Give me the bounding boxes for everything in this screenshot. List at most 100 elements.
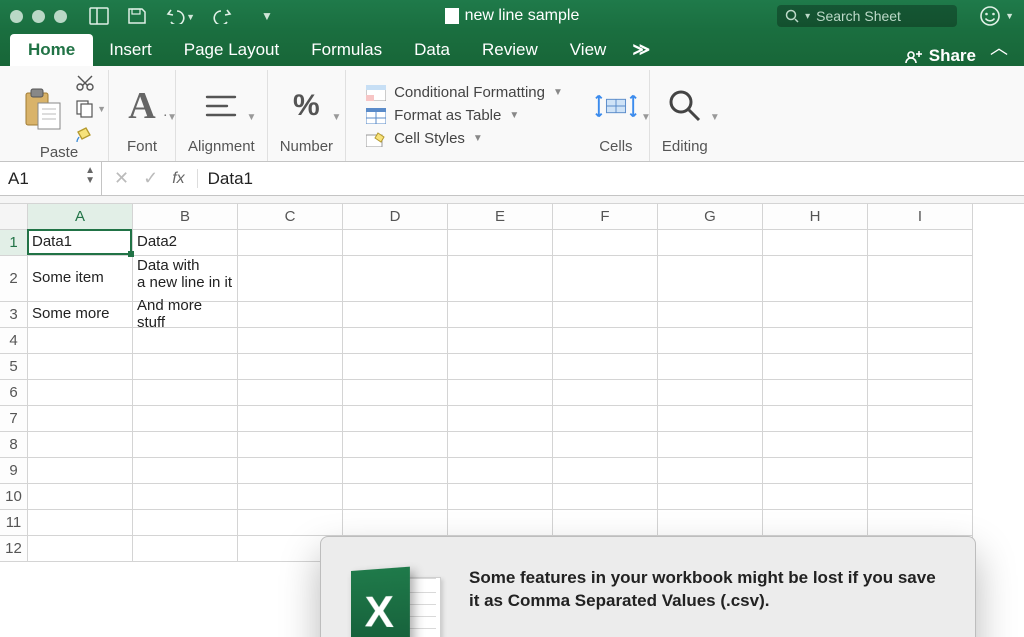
tabs-overflow-button[interactable]: ≫	[622, 34, 660, 66]
cell[interactable]	[868, 328, 973, 354]
cell-styles-button[interactable]: Cell Styles▼	[366, 130, 563, 147]
column-header[interactable]: A	[28, 204, 133, 230]
cell[interactable]	[868, 354, 973, 380]
cell[interactable]	[763, 484, 868, 510]
cell[interactable]	[28, 406, 133, 432]
cell[interactable]	[553, 432, 658, 458]
number-format-button[interactable]: % ▼	[285, 85, 327, 127]
cell[interactable]: Data with a new line in it	[133, 256, 238, 302]
column-header[interactable]: H	[763, 204, 868, 230]
cell[interactable]	[133, 354, 238, 380]
cell[interactable]	[238, 328, 343, 354]
cell[interactable]: And more stuff	[133, 302, 238, 328]
cell[interactable]	[28, 458, 133, 484]
cell[interactable]	[868, 380, 973, 406]
redo-icon[interactable]	[213, 6, 233, 26]
cell[interactable]	[448, 380, 553, 406]
cell[interactable]	[28, 354, 133, 380]
name-box-stepper[interactable]: ▲▼	[85, 166, 95, 186]
cell[interactable]	[763, 406, 868, 432]
search-sheet-input[interactable]: ▾ Search Sheet	[777, 5, 957, 27]
confirm-edit-icon[interactable]: ✓	[143, 168, 158, 189]
cell[interactable]	[868, 406, 973, 432]
cell[interactable]	[868, 230, 973, 256]
cell[interactable]	[448, 484, 553, 510]
cell[interactable]	[448, 458, 553, 484]
cell[interactable]	[238, 354, 343, 380]
cell[interactable]	[238, 458, 343, 484]
format-as-table-button[interactable]: Format as Table▼	[366, 107, 563, 124]
cell[interactable]	[868, 484, 973, 510]
cell[interactable]	[28, 380, 133, 406]
cell[interactable]	[658, 406, 763, 432]
row-header[interactable]: 10	[0, 484, 28, 510]
cell[interactable]	[238, 230, 343, 256]
cell[interactable]	[28, 510, 133, 536]
column-header[interactable]: B	[133, 204, 238, 230]
format-painter-icon[interactable]	[74, 126, 96, 144]
cell[interactable]	[553, 354, 658, 380]
cell[interactable]	[763, 380, 868, 406]
cell[interactable]	[133, 406, 238, 432]
cell[interactable]	[343, 484, 448, 510]
cell[interactable]	[658, 484, 763, 510]
cell[interactable]	[133, 458, 238, 484]
column-header[interactable]: I	[868, 204, 973, 230]
cell[interactable]	[553, 458, 658, 484]
alignment-button[interactable]: ▼	[200, 85, 242, 127]
cell[interactable]	[763, 458, 868, 484]
column-header[interactable]: G	[658, 204, 763, 230]
cell[interactable]	[868, 432, 973, 458]
cell[interactable]	[343, 230, 448, 256]
cell[interactable]	[238, 510, 343, 536]
cell[interactable]	[448, 432, 553, 458]
cell[interactable]	[553, 230, 658, 256]
cell[interactable]	[553, 380, 658, 406]
cell[interactable]	[553, 484, 658, 510]
share-button[interactable]: Share	[905, 46, 984, 66]
column-header[interactable]: E	[448, 204, 553, 230]
cell[interactable]	[238, 432, 343, 458]
conditional-formatting-button[interactable]: Conditional Formatting▼	[366, 84, 563, 101]
cell[interactable]	[868, 302, 973, 328]
cell[interactable]	[343, 302, 448, 328]
cell[interactable]	[658, 432, 763, 458]
cell[interactable]: Data2	[133, 230, 238, 256]
cells-button[interactable]: ▼	[595, 85, 637, 127]
tab-formulas[interactable]: Formulas	[295, 34, 398, 66]
cell[interactable]	[763, 230, 868, 256]
cell[interactable]	[868, 256, 973, 302]
fx-label[interactable]: fx	[172, 170, 184, 188]
cell[interactable]	[343, 256, 448, 302]
cell[interactable]	[763, 328, 868, 354]
cell[interactable]	[553, 256, 658, 302]
cell[interactable]	[658, 328, 763, 354]
toolbar-panel-icon[interactable]	[89, 6, 109, 26]
font-button[interactable]: A . ▼	[121, 85, 163, 127]
row-header[interactable]: 4	[0, 328, 28, 354]
copy-icon[interactable]: ▼	[74, 100, 96, 118]
cell[interactable]	[343, 510, 448, 536]
cell[interactable]	[763, 354, 868, 380]
row-header[interactable]: 11	[0, 510, 28, 536]
cell[interactable]	[238, 380, 343, 406]
cell[interactable]	[763, 256, 868, 302]
cell[interactable]	[658, 510, 763, 536]
cell[interactable]	[28, 484, 133, 510]
cell[interactable]	[658, 302, 763, 328]
cell[interactable]	[658, 256, 763, 302]
cell[interactable]	[448, 354, 553, 380]
row-header[interactable]: 1	[0, 230, 28, 256]
qat-customize-icon[interactable]: ▼	[257, 6, 277, 26]
cell[interactable]	[448, 328, 553, 354]
row-header[interactable]: 2	[0, 256, 28, 302]
cell[interactable]	[343, 432, 448, 458]
cell[interactable]	[553, 302, 658, 328]
row-header[interactable]: 7	[0, 406, 28, 432]
tab-home[interactable]: Home	[10, 34, 93, 66]
feedback-icon[interactable]: ▼	[979, 5, 1014, 27]
tab-view[interactable]: View	[554, 34, 623, 66]
column-header[interactable]: D	[343, 204, 448, 230]
tab-data[interactable]: Data	[398, 34, 466, 66]
cell[interactable]	[343, 458, 448, 484]
